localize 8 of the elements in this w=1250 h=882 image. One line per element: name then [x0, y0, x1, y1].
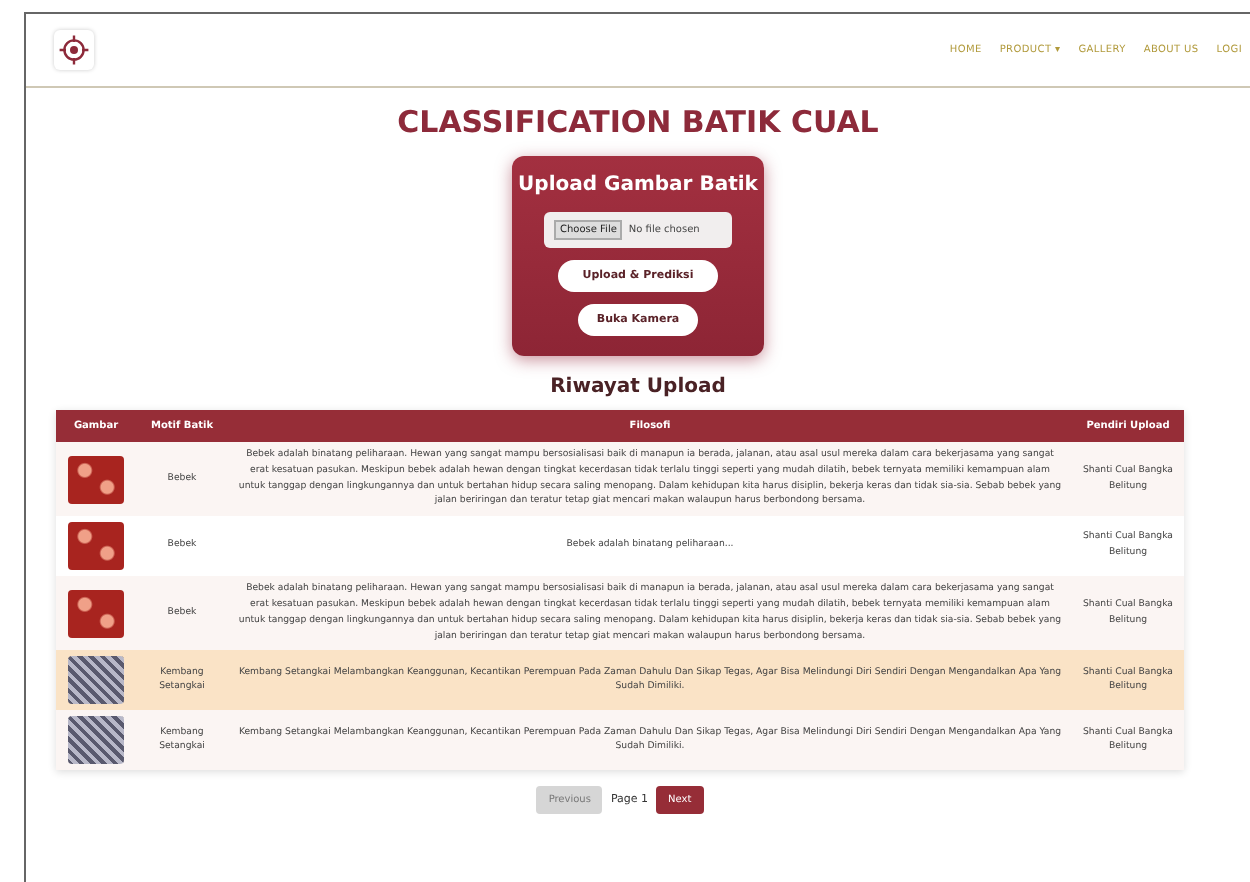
batik-photo-placeholder: [68, 589, 124, 638]
card-title: Upload Gambar Batik: [518, 174, 758, 196]
batik-photo-placeholder: [68, 716, 124, 765]
batik-photo-placeholder: [68, 455, 124, 504]
page-title: CLASSIFICATION BATIK CUAL: [397, 104, 879, 140]
batik-photo-placeholder: [68, 522, 124, 571]
section-title: Riwayat Upload: [550, 376, 726, 398]
batik-photo-placeholder: [68, 656, 124, 705]
